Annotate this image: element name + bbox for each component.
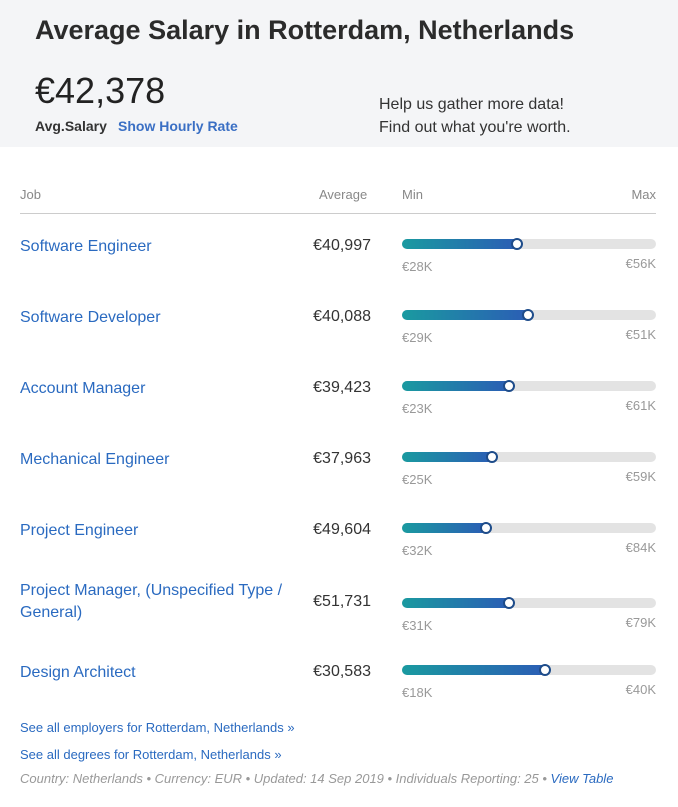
footer-text: Country: Netherlands • Currency: EUR • U… — [20, 771, 551, 786]
average-value: €37,963 — [313, 450, 371, 467]
average-value: €40,997 — [313, 237, 371, 254]
average-marker — [522, 309, 534, 321]
job-link[interactable]: Account Manager — [20, 378, 290, 400]
col-min: Min — [402, 187, 423, 202]
salary-range-bar — [402, 309, 656, 321]
avg-salary-label: Avg.Salary — [35, 118, 107, 134]
average-value: €39,423 — [313, 379, 371, 396]
max-value: €84K — [625, 540, 656, 555]
max-value: €61K — [625, 398, 656, 413]
average-marker — [539, 664, 552, 676]
min-value: €31K — [402, 618, 433, 633]
job-link[interactable]: Design Architect — [20, 662, 290, 684]
table-row: Software Developer €40,088 €29K €51K — [0, 307, 678, 367]
average-marker — [485, 451, 498, 463]
average-value: €40,088 — [313, 308, 371, 325]
min-value: €28K — [402, 259, 433, 274]
footer-meta: Country: Netherlands • Currency: EUR • U… — [20, 771, 613, 786]
job-link[interactable]: Software Engineer — [20, 236, 290, 258]
max-value: €59K — [625, 469, 656, 484]
help-line: Find out what you're worth. — [379, 119, 571, 136]
col-average: Average — [319, 187, 368, 202]
salary-bar-fill — [402, 309, 534, 321]
average-marker — [480, 522, 493, 534]
min-value: €23K — [402, 401, 433, 416]
table-row: Mechanical Engineer €37,963 €25K €59K — [0, 449, 678, 509]
help-line: Help us gather more data! — [379, 96, 564, 113]
max-value: €56K — [625, 256, 656, 271]
max-value: €40K — [625, 682, 656, 697]
average-value: €51,731 — [313, 593, 371, 610]
average-marker — [502, 597, 515, 609]
min-value: €29K — [402, 330, 433, 345]
salary-bar-fill — [402, 238, 524, 250]
table-row: Project Manager, (Unspecified Type / Gen… — [0, 580, 678, 640]
average-marker — [511, 238, 524, 250]
col-job: Job — [20, 187, 41, 202]
salary-range-bar — [402, 664, 656, 676]
job-link[interactable]: Software Developer — [20, 307, 290, 329]
salary-range-bar — [402, 522, 656, 534]
average-salary: €42,378 — [35, 70, 166, 111]
min-value: €18K — [402, 685, 433, 700]
salary-bar-fill — [402, 597, 515, 609]
min-value: €25K — [402, 472, 433, 487]
salary-bar-fill — [402, 380, 515, 392]
table-row: Software Engineer €40,997 €28K €56K — [0, 236, 678, 296]
average-value: €30,583 — [313, 663, 371, 680]
table-row: Account Manager €39,423 €23K €61K — [0, 378, 678, 438]
page-title: Average Salary in Rotterdam, Netherlands — [35, 15, 575, 45]
view-table-link[interactable]: View Table — [551, 771, 614, 786]
job-link[interactable]: Project Manager, (Unspecified Type / Gen… — [20, 580, 290, 624]
average-marker — [502, 380, 515, 392]
employers-link[interactable]: See all employers for Rotterdam, Netherl… — [20, 720, 295, 735]
max-value: €79K — [625, 615, 656, 630]
salary-range-bar — [402, 238, 656, 250]
salary-range-bar — [402, 380, 656, 392]
help-gather-data[interactable]: Help us gather more data! Find out what … — [379, 93, 571, 139]
max-value: €51K — [625, 327, 656, 342]
job-link[interactable]: Project Engineer — [20, 520, 290, 542]
salary-header: Average Salary in Rotterdam, Netherlands… — [0, 0, 678, 147]
col-max: Max — [631, 187, 656, 202]
salary-bar-fill — [402, 664, 552, 676]
job-link[interactable]: Mechanical Engineer — [20, 449, 290, 471]
salary-range-bar — [402, 597, 656, 609]
degrees-link[interactable]: See all degrees for Rotterdam, Netherlan… — [20, 747, 282, 762]
salary-range-bar — [402, 451, 656, 463]
show-hourly-rate-link[interactable]: Show Hourly Rate — [118, 118, 238, 134]
table-row: Design Architect €30,583 €18K €40K — [0, 662, 678, 722]
min-value: €32K — [402, 543, 433, 558]
header-divider — [20, 213, 656, 214]
salary-bar-fill — [402, 522, 493, 534]
salary-bar-fill — [402, 451, 498, 463]
table-row: Project Engineer €49,604 €32K €84K — [0, 520, 678, 580]
average-value: €49,604 — [313, 521, 371, 538]
